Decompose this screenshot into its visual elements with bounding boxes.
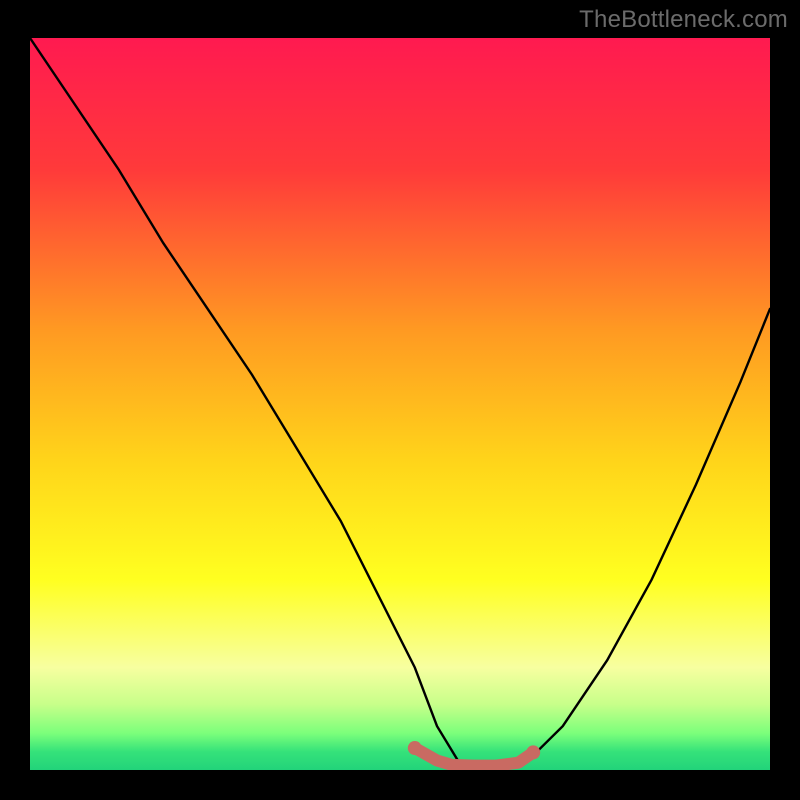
chart-stage: TheBottleneck.com <box>0 0 800 800</box>
attribution-watermark: TheBottleneck.com <box>579 6 788 34</box>
optimal-range-endpoint-right <box>526 745 540 759</box>
bottleneck-chart <box>0 0 800 800</box>
heat-gradient-area <box>30 38 770 770</box>
optimal-range-endpoint-left <box>408 741 422 755</box>
